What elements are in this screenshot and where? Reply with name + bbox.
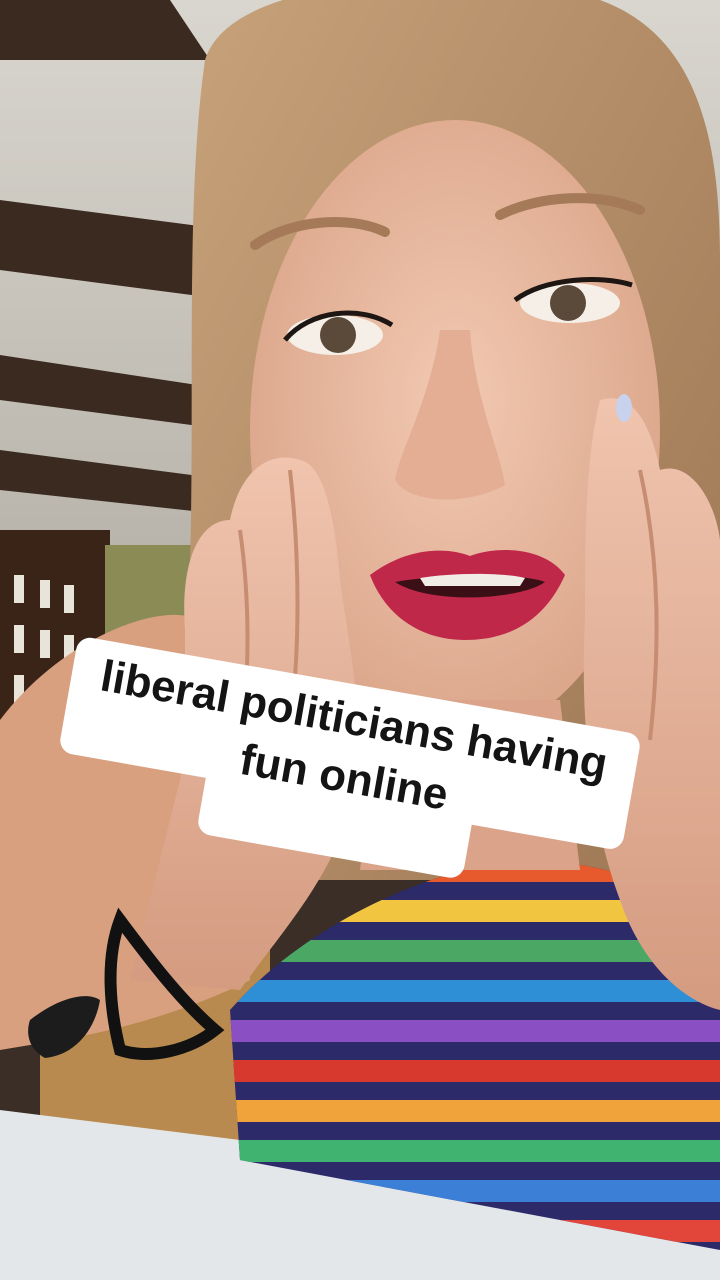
fingernail (616, 394, 632, 422)
left-iris (320, 317, 356, 353)
video-frame[interactable]: liberal politicians having fun online (0, 0, 720, 1280)
right-iris (550, 285, 586, 321)
